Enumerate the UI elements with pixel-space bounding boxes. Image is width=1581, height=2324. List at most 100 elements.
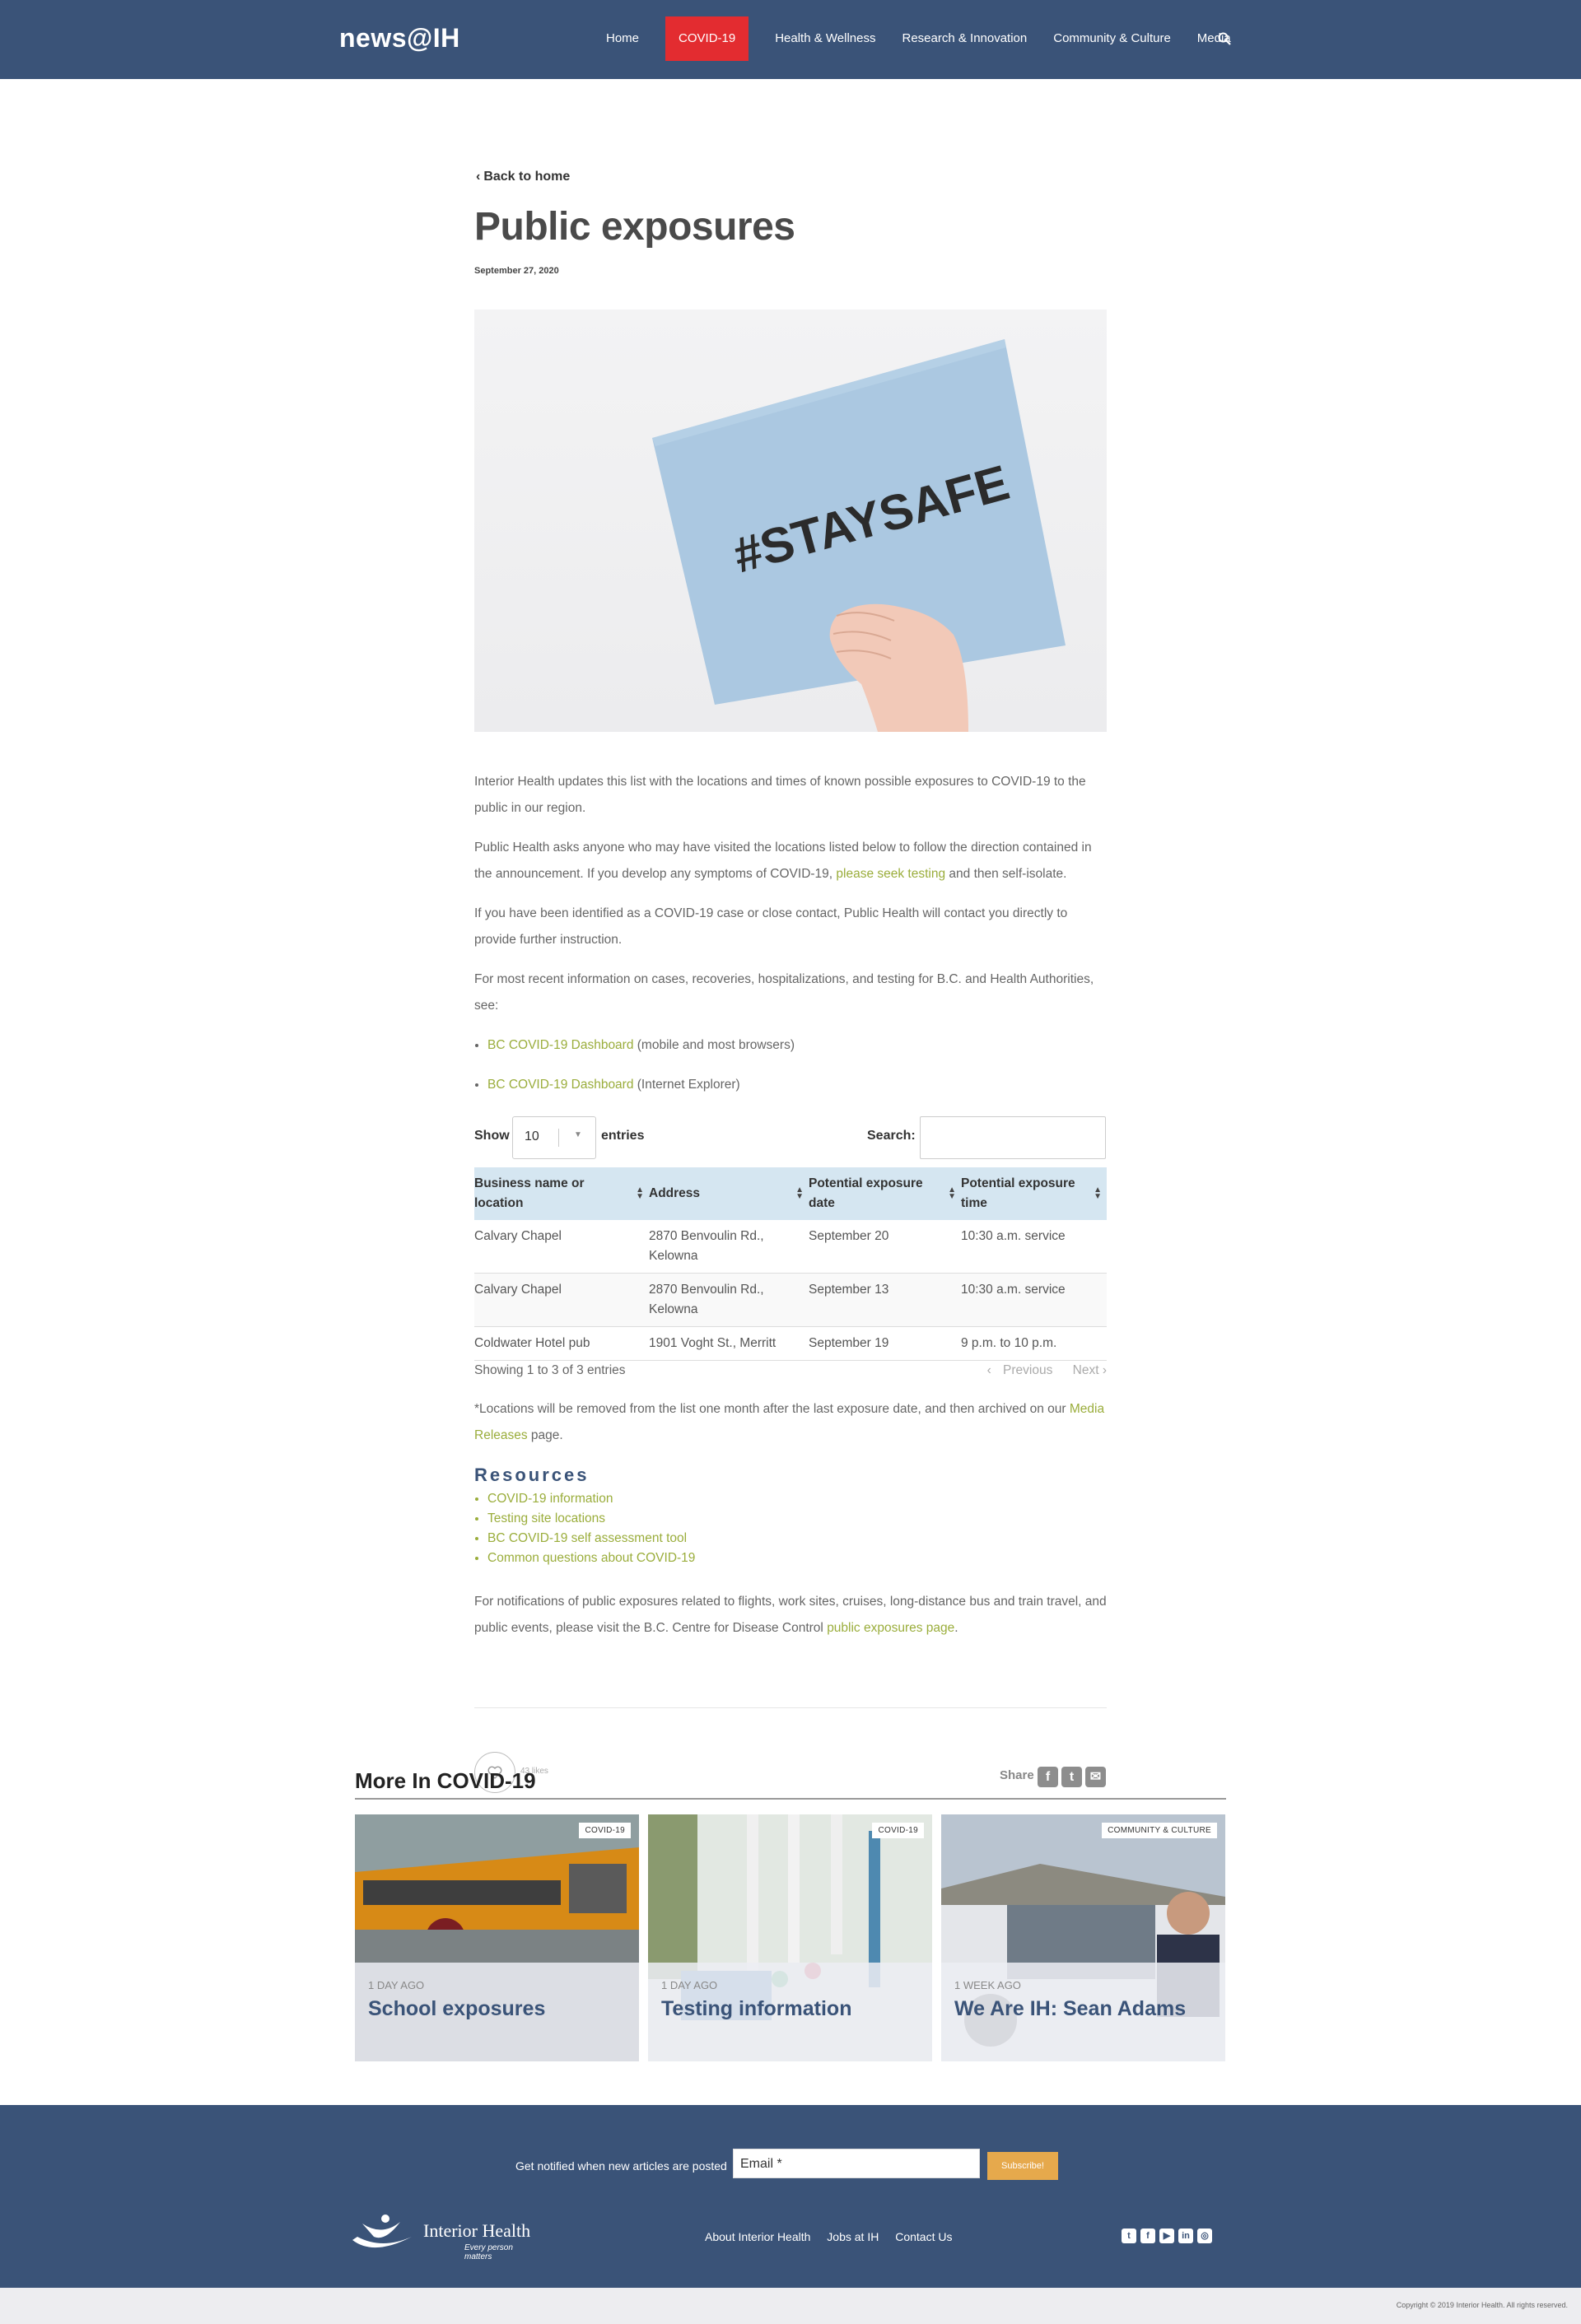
nav-health-wellness[interactable]: Health & Wellness [762,16,888,61]
resource-link[interactable]: Testing site locations [487,1511,605,1525]
search-icon[interactable] [1217,31,1232,46]
table-row: Coldwater Hotel pub 1901 Voght St., Merr… [474,1326,1107,1361]
table-info: Showing 1 to 3 of 3 entries [474,1363,626,1377]
dashboard-link-ie[interactable]: BC COVID-19 Dashboard [487,1078,633,1092]
sort-icon: ▲ ▼ [636,1185,644,1201]
seek-testing-link[interactable]: please seek testing [836,867,945,881]
exposures-table: Business name or location ▲ ▼ Address ▲ ▼ Po… [474,1167,1107,1361]
resource-link[interactable]: COVID-19 information [487,1492,613,1506]
interior-health-logo[interactable]: Interior Health Every person matters [349,2212,539,2261]
contact-link[interactable]: Contact Us [895,2230,952,2243]
twitter-icon[interactable]: t [1122,2229,1136,2243]
related-heading: More In COVID-19 [355,1768,1226,1800]
show-label: Show [474,1129,510,1143]
newsletter-label: Get notified when new articles are poste… [515,2159,727,2173]
about-link[interactable]: About Interior Health [705,2230,810,2243]
main-nav: Home COVID-19 Health & Wellness Research… [593,16,1244,61]
social-icons: t f ▶ in ◎ [1122,2229,1212,2243]
table-row: Calvary Chapel 2870 Benvoulin Rd., Kelow… [474,1273,1107,1327]
related-cards: COVID-19 1 DAY AGO School exposures COVI… [355,1814,1225,2061]
sort-icon: ▲ ▼ [948,1185,956,1201]
card-timestamp: 1 WEEK AGO [954,1979,1021,1991]
card-timestamp: 1 DAY AGO [368,1979,425,1991]
interior-health-mark [352,2215,412,2248]
dashboard-list: BC COVID-19 Dashboard (mobile and most b… [487,1032,1107,1098]
copyright-bar: Copyright © 2019 Interior Health. All ri… [0,2288,1581,2324]
list-item: BC COVID-19 Dashboard (mobile and most b… [487,1032,1107,1059]
article-card[interactable]: COVID-19 1 DAY AGO School exposures [355,1814,639,2061]
resource-link[interactable]: Common questions about COVID-19 [487,1551,695,1565]
related-articles: More In COVID-19 COVID-19 1 DAY AGO Scho… [355,1768,1226,2061]
subscribe-button[interactable]: Subscribe! [987,2152,1058,2180]
category-badge: COVID-19 [872,1823,924,1838]
list-item: COVID-19 information [487,1489,695,1509]
nav-media[interactable]: Media [1184,16,1244,61]
location-link[interactable]: Calvary Chapel [474,1220,649,1274]
info-paragraph: For most recent information on cases, re… [474,972,1094,1013]
resources-list: COVID-19 information Testing site locati… [487,1489,695,1568]
sort-icon: ▲ ▼ [1094,1185,1102,1201]
public-exposures-link[interactable]: public exposures page [827,1621,954,1635]
col-exposure-date[interactable]: Potential exposure date ▲ ▼ [809,1167,961,1220]
footer-links: About Interior Health Jobs at IH Contact… [705,2230,965,2243]
next-button[interactable]: Next › [1065,1363,1107,1377]
nav-home[interactable]: Home [593,16,652,61]
table-search-input[interactable] [920,1116,1106,1159]
page-size-select[interactable]: 10 ▼ [512,1116,596,1159]
card-timestamp: 1 DAY AGO [661,1979,718,1991]
location-link[interactable]: Calvary Chapel [474,1273,649,1327]
article-card[interactable]: COVID-19 1 DAY AGO Testing information [648,1814,932,2061]
chevron-left-icon: ‹ [476,170,481,184]
linkedin-icon[interactable]: in [1178,2229,1193,2243]
sort-icon: ▲ ▼ [795,1185,804,1201]
category-badge: COVID-19 [579,1823,631,1838]
list-item: BC COVID-19 Dashboard (Internet Explorer… [487,1072,1107,1098]
back-to-home-link[interactable]: ‹ Back to home [476,170,570,184]
resource-link[interactable]: BC COVID-19 self assessment tool [487,1531,687,1545]
contact-paragraph: If you have been identified as a COVID-1… [474,906,1068,947]
table-controls: Show 10 ▼ entries Search: [474,1116,1107,1159]
entries-label: entries [601,1129,645,1143]
col-exposure-time[interactable]: Potential exposure time ▲ ▼ [961,1167,1107,1220]
facebook-icon[interactable]: f [1140,2229,1155,2243]
back-label: Back to home [483,170,571,184]
article-card[interactable]: COMMUNITY & CULTURE 1 WEEK AGO We Are IH… [941,1814,1225,2061]
intro-paragraph: Interior Health updates this list with t… [474,775,1086,815]
divider [474,1707,1107,1708]
nav-covid-19[interactable]: COVID-19 [665,16,749,61]
brand-tagline: Every person matters [464,2243,513,2261]
copyright-text: Copyright © 2019 Interior Health. All ri… [1396,2301,1568,2309]
email-field[interactable]: Email * [733,2149,980,2178]
dashboard-link-mobile[interactable]: BC COVID-19 Dashboard [487,1038,633,1052]
chevron-down-icon: ▼ [574,1130,582,1139]
site-header: news@IH Home COVID-19 Health & Wellness … [0,0,1581,79]
card-title[interactable]: We Are IH: Sean Adams [954,1997,1186,2021]
list-item: BC COVID-19 self assessment tool [487,1529,695,1549]
hero-image: #STAYSAFE [474,310,1107,732]
site-footer: Get notified when new articles are poste… [0,2105,1581,2288]
youtube-icon[interactable]: ▶ [1159,2229,1174,2243]
list-item: Testing site locations [487,1509,695,1529]
instagram-icon[interactable]: ◎ [1197,2229,1212,2243]
list-item: Common questions about COVID-19 [487,1549,695,1568]
pagination: ‹ Previous Next › [979,1363,1107,1378]
table-row: Calvary Chapel 2870 Benvoulin Rd., Kelow… [474,1220,1107,1274]
col-business-name[interactable]: Business name or location ▲ ▼ [474,1167,649,1220]
bccdc-paragraph: For notifications of public exposures re… [474,1595,1107,1635]
publish-date: September 27, 2020 [474,266,559,276]
card-title[interactable]: Testing information [661,1997,851,2021]
jobs-link[interactable]: Jobs at IH [827,2230,879,2243]
article-body: Interior Health updates this list with t… [474,769,1107,1111]
site-logo[interactable]: news@IH [339,23,460,54]
search-label: Search: [867,1129,916,1143]
testing-paragraph: Public Health asks anyone who may have v… [474,841,1092,881]
col-address[interactable]: Address ▲ ▼ [649,1167,809,1220]
category-badge: COMMUNITY & CULTURE [1102,1823,1217,1838]
previous-button[interactable]: ‹ Previous [987,1363,1053,1377]
nav-community-culture[interactable]: Community & Culture [1040,16,1184,61]
location-link[interactable]: Coldwater Hotel pub [474,1326,649,1361]
removal-note: *Locations will be removed from the list… [474,1402,1105,1442]
card-title[interactable]: School exposures [368,1997,545,2021]
page-title: Public exposures [474,205,795,249]
nav-research-innovation[interactable]: Research & Innovation [888,16,1040,61]
